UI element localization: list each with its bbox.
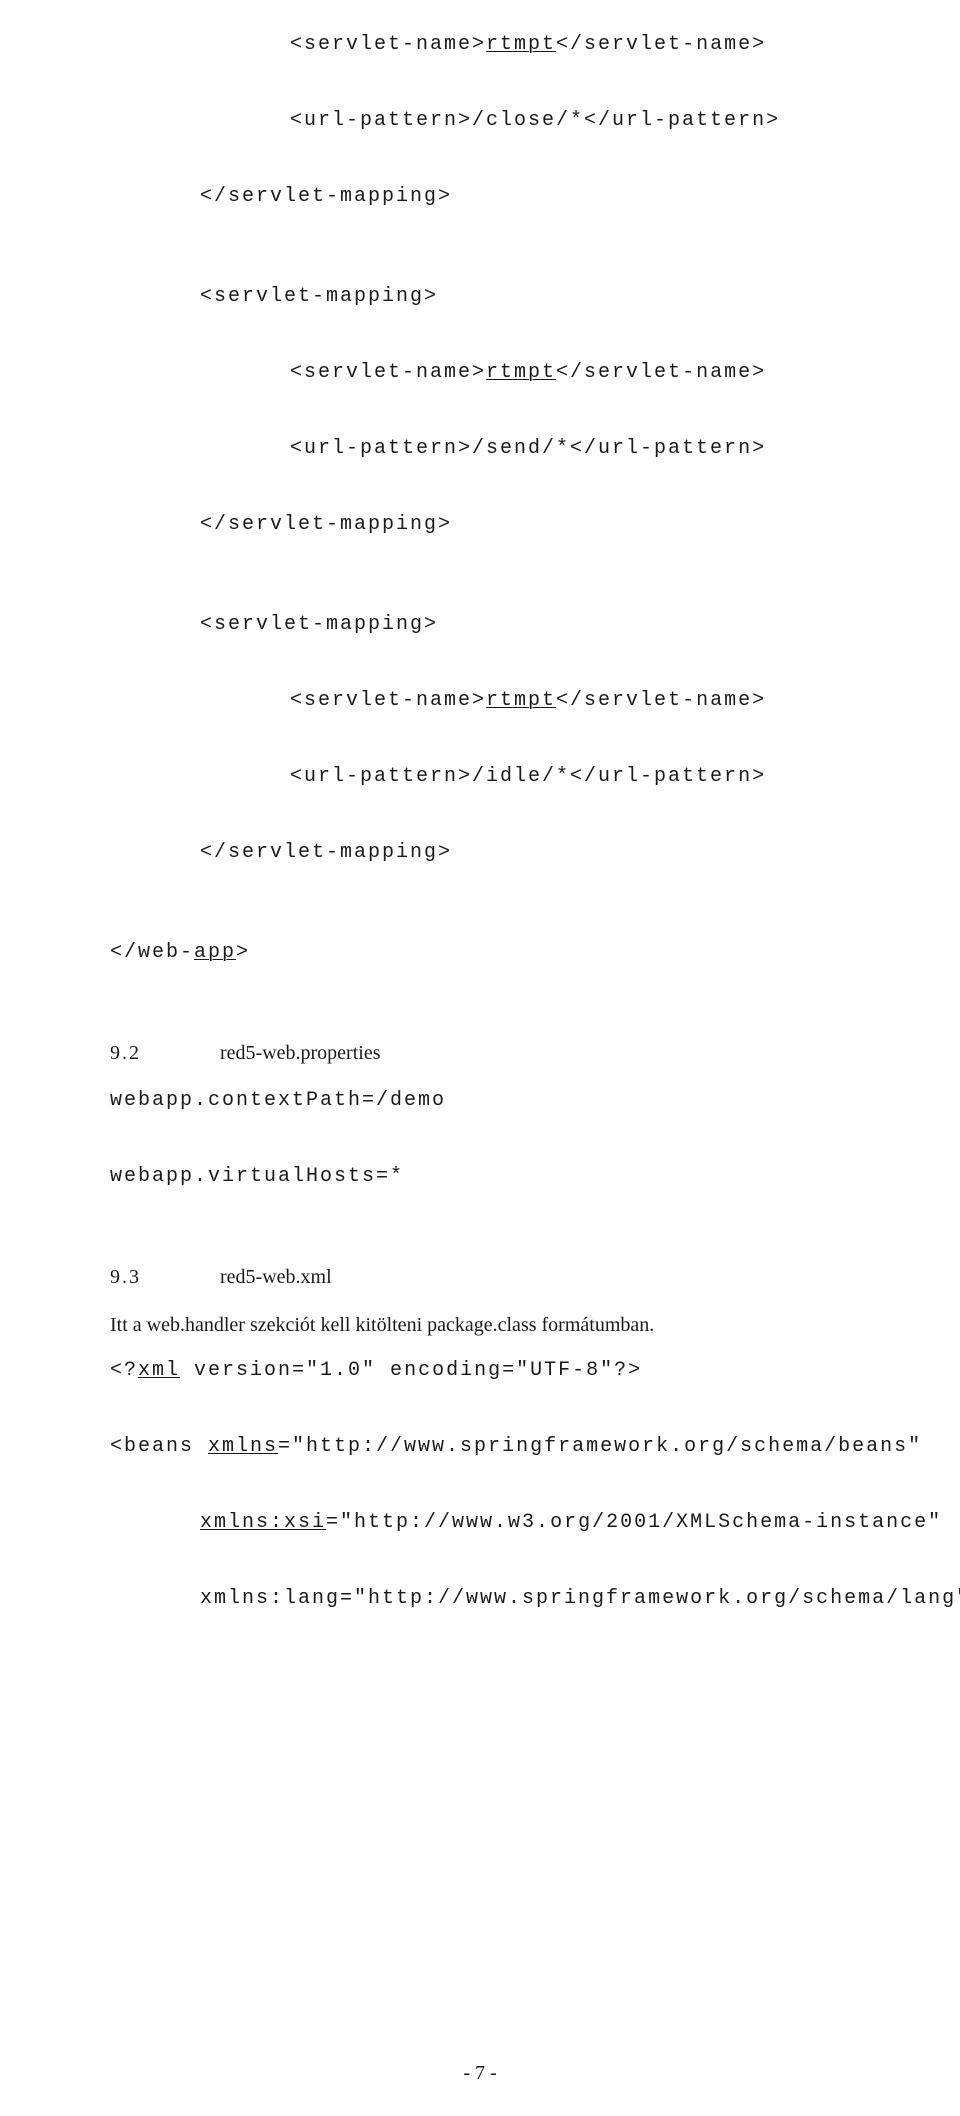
section-title: red5-web.xml [220, 1266, 332, 1288]
config-line: webapp.virtualHosts=* [110, 1162, 850, 1192]
section-prose: Itt a web.handler szekciót kell kitölten… [110, 1310, 850, 1340]
code-line: <url-pattern>/close/*</url-pattern> [110, 106, 850, 136]
code-line: </servlet-mapping> [110, 510, 850, 540]
code-line: <servlet-name>rtmpt</servlet-name> [110, 358, 850, 388]
webapp-close-prefix: </web- [110, 941, 194, 964]
code-line: </servlet-mapping> [110, 838, 850, 868]
tag-open: <servlet-name> [290, 361, 486, 384]
tag-close: </servlet-name> [556, 33, 766, 56]
xsi-rest: ="http://www.w3.org/2001/XMLSchema-insta… [326, 1511, 942, 1534]
code-line: <url-pattern>/send/*</url-pattern> [110, 434, 850, 464]
tag-close: </servlet-name> [556, 361, 766, 384]
section-number: 9.3 [110, 1262, 220, 1292]
section-heading-92: 9.2red5-web.properties [110, 1038, 850, 1068]
code-line: <servlet-name>rtmpt</servlet-name> [110, 30, 850, 60]
code-line: <servlet-mapping> [110, 282, 850, 312]
webapp-close-end: > [236, 941, 250, 964]
section-heading-93: 9.3red5-web.xml [110, 1262, 850, 1292]
code-line: </web-app> [110, 938, 850, 968]
tag-close: </servlet-name> [556, 689, 766, 712]
lang-line: xmlns:lang="http://www.springframework.o… [110, 1584, 850, 1614]
beans-line: <beans xmlns="http://www.springframework… [110, 1432, 850, 1462]
webapp-close-app: app [194, 941, 236, 964]
xml-rest: version="1.0" encoding="UTF-8"?> [180, 1359, 642, 1382]
xml-open: <? [110, 1359, 138, 1382]
xml-tag: xml [138, 1359, 180, 1382]
xml-declaration: <?xml version="1.0" encoding="UTF-8"?> [110, 1356, 850, 1386]
section-number: 9.2 [110, 1038, 220, 1068]
code-line: </servlet-mapping> [110, 182, 850, 212]
servlet-name-value: rtmpt [486, 689, 556, 712]
servlet-name-value: rtmpt [486, 361, 556, 384]
beans-rest: ="http://www.springframework.org/schema/… [278, 1435, 922, 1458]
config-line: webapp.contextPath=/demo [110, 1086, 850, 1116]
xsi-line: xmlns:xsi="http://www.w3.org/2001/XMLSch… [110, 1508, 850, 1538]
code-line: <url-pattern>/idle/*</url-pattern> [110, 762, 850, 792]
page-number: - 7 - [0, 2058, 960, 2088]
tag-open: <servlet-name> [290, 33, 486, 56]
xsi-attr: xmlns:xsi [200, 1511, 326, 1534]
servlet-name-value: rtmpt [486, 33, 556, 56]
tag-open: <servlet-name> [290, 689, 486, 712]
code-line: <servlet-name>rtmpt</servlet-name> [110, 686, 850, 716]
code-line: <servlet-mapping> [110, 610, 850, 640]
beans-open: <beans [110, 1435, 208, 1458]
section-title: red5-web.properties [220, 1042, 381, 1064]
beans-xmlns: xmlns [208, 1435, 278, 1458]
